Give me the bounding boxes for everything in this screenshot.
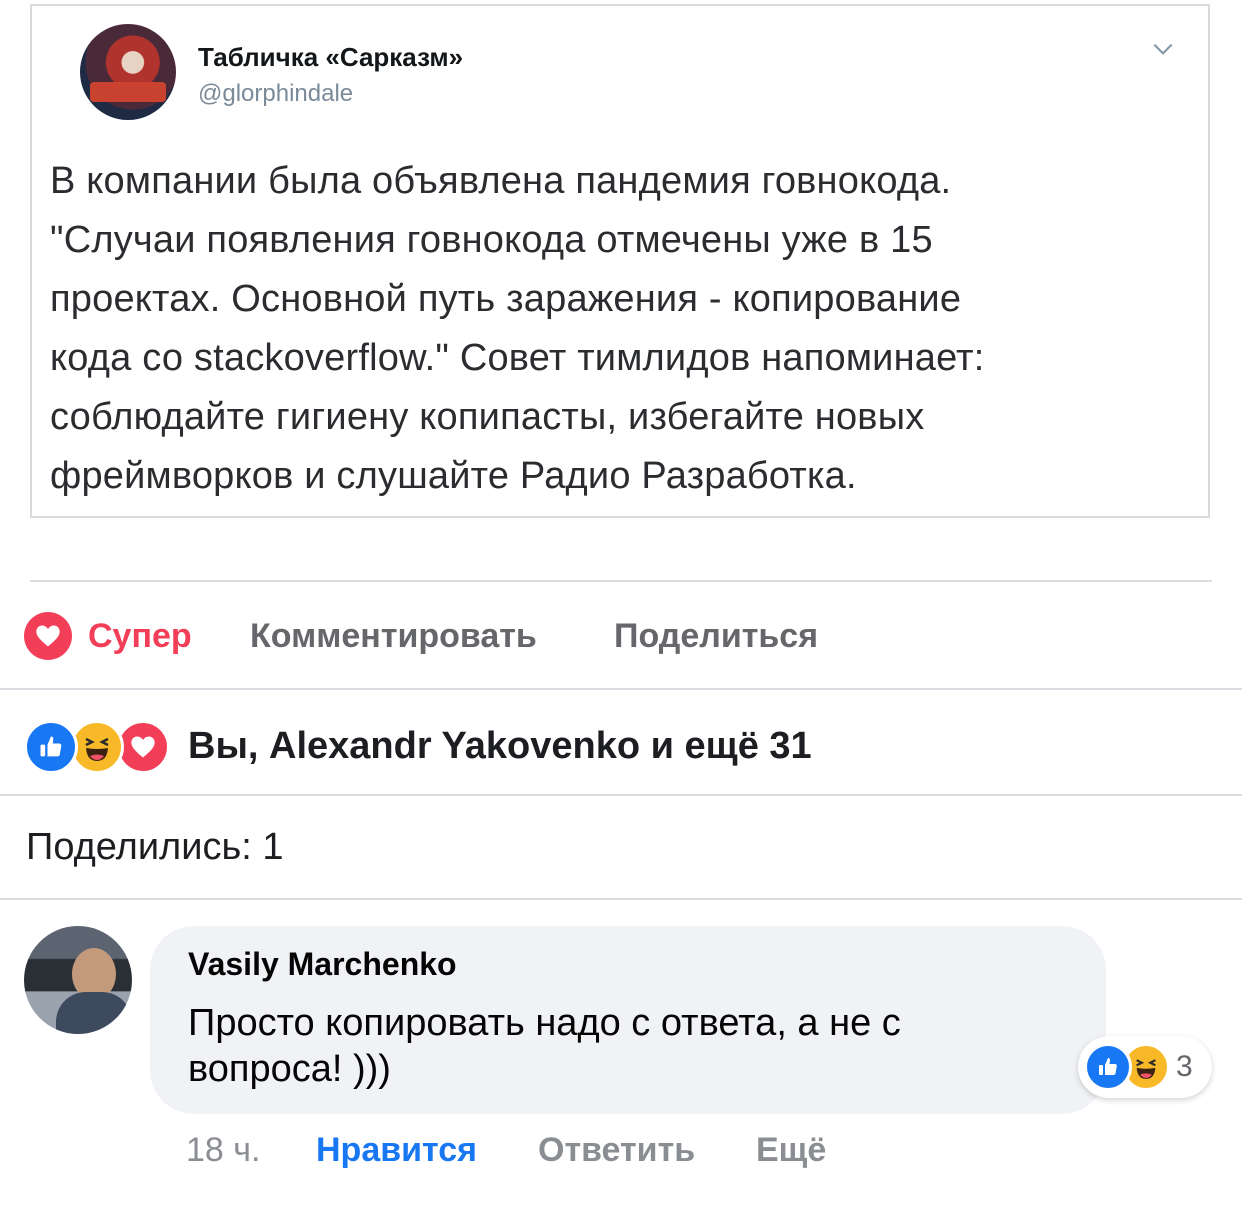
comment-reactions-badge[interactable]: 3 — [1078, 1036, 1212, 1098]
commenter-avatar[interactable] — [24, 926, 132, 1034]
comment-reaction-count: 3 — [1176, 1050, 1193, 1083]
comment-button[interactable]: Комментировать — [250, 608, 537, 664]
tweet-line: В компании была объявлена пандемия говно… — [50, 160, 952, 202]
chevron-down-icon — [1153, 43, 1173, 55]
divider — [0, 898, 1242, 900]
super-label: Супер — [88, 616, 192, 655]
tweet-text: В компании была объявлена пандемия говно… — [50, 152, 1190, 506]
tweet-author-handle: @glorphindale — [198, 80, 354, 107]
comment-more-button[interactable]: Ещё — [756, 1126, 826, 1174]
divider — [30, 580, 1212, 582]
tweet-line: проектах. Основной путь заражения - копи… — [50, 278, 962, 320]
tweet-line: кода со stackoverflow." Совет тимлидов н… — [50, 337, 985, 379]
reaction-icons — [24, 720, 172, 774]
love-icon — [24, 612, 72, 660]
like-icon — [24, 720, 78, 774]
tweet-author-name: Табличка «Сарказм» — [198, 42, 464, 72]
tweet-line: "Случаи появления говнокода отмечены уже… — [50, 219, 933, 261]
embedded-tweet-card: Табличка «Сарказм» @glorphindale В компа… — [30, 4, 1210, 518]
love-icon — [116, 720, 170, 774]
comment-author[interactable]: Vasily Marchenko — [188, 946, 457, 983]
post-actions-bar: Супер Комментировать Поделиться — [24, 608, 924, 664]
shares-count[interactable]: Поделились: 1 — [26, 826, 284, 869]
tweet-author-avatar — [80, 24, 176, 120]
comment-bubble: Vasily Marchenko Просто копировать надо … — [150, 926, 1106, 1114]
divider — [0, 688, 1242, 690]
reactions-text: Вы, Alexandr Yakovenko и ещё 31 — [188, 724, 812, 767]
share-button[interactable]: Поделиться — [614, 608, 818, 664]
reactions-summary[interactable]: Вы, Alexandr Yakovenko и ещё 31 — [24, 718, 812, 774]
comment-timestamp[interactable]: 18 ч. — [186, 1126, 260, 1174]
super-reaction-button[interactable]: Супер — [24, 608, 192, 664]
comment-reaction-icons — [1084, 1042, 1170, 1092]
tweet-line: фреймворков и слушайте Радио Разработка. — [50, 455, 857, 497]
comment-reply-button[interactable]: Ответить — [538, 1126, 695, 1174]
tweet-line: соблюдайте гигиену копипасты, избегайте … — [50, 396, 925, 438]
divider — [0, 794, 1242, 796]
haha-icon — [70, 720, 124, 774]
comment-like-button[interactable]: Нравится — [316, 1126, 477, 1174]
comment-text: Просто копировать надо с ответа, а не с … — [188, 1002, 901, 1090]
comment-meta-row: 18 ч. Нравится Ответить Ещё — [186, 1126, 1086, 1174]
like-icon — [1084, 1043, 1132, 1091]
